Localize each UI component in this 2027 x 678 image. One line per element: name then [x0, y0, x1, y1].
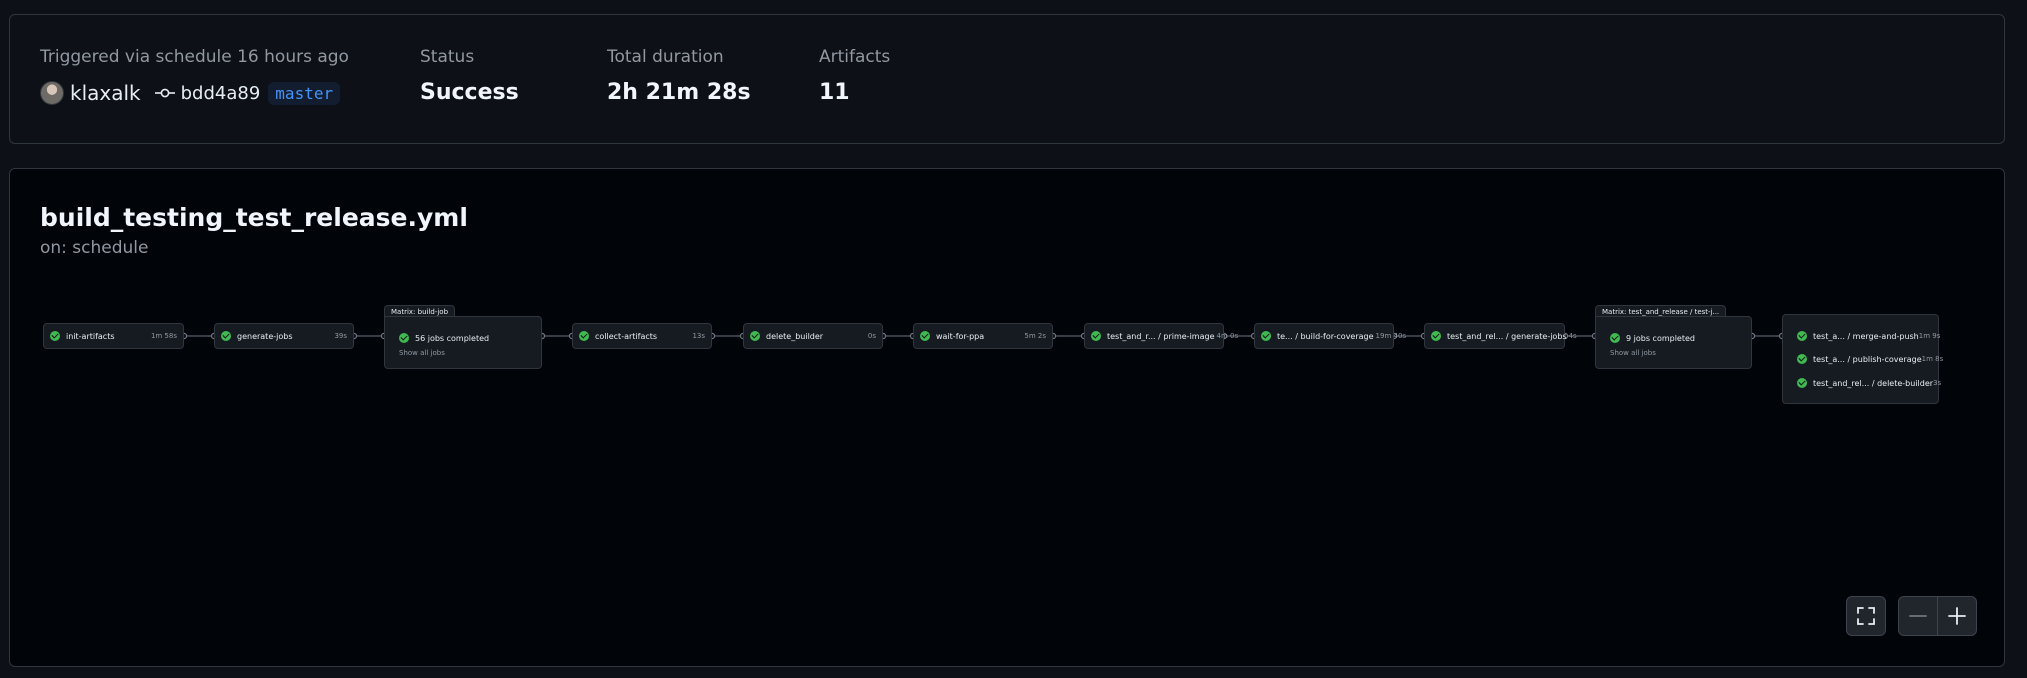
success-check-icon [920, 331, 930, 341]
job-duration: 4s [1568, 332, 1577, 340]
trigger-label: Triggered via schedule 16 hours ago [40, 47, 349, 67]
trigger-row: klaxalk bdd4a89 master [40, 81, 349, 105]
artifacts-block: Artifacts 11 [819, 47, 890, 105]
zoom-in-button[interactable] [1937, 596, 1977, 636]
job-generate-jobs[interactable]: generate-jobs 39s [214, 323, 354, 349]
final-jobs-group: test_a... / merge-and-push 1m 9s test_a.… [1782, 314, 1943, 404]
matrix-test-job[interactable]: 9 jobs completed Show all jobs [1595, 316, 1752, 369]
job-duration: 1m 8s [1921, 355, 1944, 363]
job-delete-builder-final[interactable]: test_and_rel... / delete-builder 3s [1797, 378, 1941, 388]
job-duration: 4m 0s [1216, 332, 1239, 340]
job-test-generate-jobs[interactable]: test_and_rel... / generate-jobs 4s [1424, 323, 1577, 349]
job-duration: 19m 40s [1375, 332, 1407, 340]
success-check-icon [1091, 331, 1101, 341]
success-check-icon [221, 331, 231, 341]
success-check-icon [1261, 331, 1271, 341]
job-duration: 5m 2s [1024, 332, 1046, 340]
job-name: generate-jobs [237, 331, 293, 341]
job-name: delete_builder [766, 331, 824, 341]
branch-badge[interactable]: master [268, 81, 341, 105]
success-check-icon [1610, 333, 1620, 343]
success-check-icon [579, 331, 589, 341]
trigger-info: Triggered via schedule 16 hours ago klax… [40, 47, 349, 105]
duration-block: Total duration 2h 21m 28s [607, 47, 751, 105]
fullscreen-button[interactable] [1846, 596, 1886, 636]
commit-icon [154, 87, 175, 99]
success-check-icon [1797, 354, 1807, 364]
job-name: collect-artifacts [595, 331, 658, 341]
avatar[interactable] [40, 81, 64, 105]
job-name: test_a... / merge-and-push [1813, 331, 1919, 341]
job-build-for-coverage[interactable]: te... / build-for-coverage 19m 40s [1254, 323, 1406, 349]
zoom-in-icon [1948, 607, 1966, 625]
matrix-summary-row: 56 jobs completed [399, 333, 489, 343]
job-name: test_and_rel... / delete-builder [1813, 378, 1934, 388]
success-check-icon [1797, 331, 1807, 341]
job-collect-artifacts[interactable]: collect-artifacts 13s [572, 323, 712, 349]
job-delete-builder[interactable]: delete_builder 0s [743, 323, 883, 349]
success-check-icon [750, 331, 760, 341]
job-name: test_a... / publish-coverage [1813, 354, 1922, 364]
zoom-out-icon [1909, 615, 1927, 617]
job-duration: 3s [1933, 379, 1942, 387]
duration-value: 2h 21m 28s [607, 80, 751, 105]
job-wait-for-ppa[interactable]: wait-for-ppa 5m 2s [913, 323, 1053, 349]
artifacts-value[interactable]: 11 [819, 80, 890, 105]
fullscreen-icon [1857, 607, 1875, 625]
job-name: te... / build-for-coverage [1277, 331, 1374, 341]
job-merge-and-push[interactable]: test_a... / merge-and-push 1m 9s [1797, 331, 1940, 341]
run-summary-panel: Triggered via schedule 16 hours ago klax… [9, 14, 2005, 144]
job-publish-coverage[interactable]: test_a... / publish-coverage 1m 8s [1797, 354, 1943, 364]
job-duration: 39s [334, 332, 347, 340]
status-value: Success [420, 80, 519, 105]
job-duration: 1m 58s [150, 332, 177, 340]
matrix-build-job[interactable]: 56 jobs completed Show all jobs [384, 316, 542, 369]
show-all-jobs-link[interactable]: Show all jobs [1610, 349, 1656, 357]
success-check-icon [50, 331, 60, 341]
success-check-icon [1431, 331, 1441, 341]
job-name: init-artifacts [66, 331, 115, 341]
job-prime-image[interactable]: test_and_r... / prime-image 4m 0s [1084, 323, 1238, 349]
job-duration: 1m 9s [1918, 332, 1941, 340]
success-check-icon [399, 333, 409, 343]
job-name: test_and_rel... / generate-jobs [1447, 331, 1567, 341]
workflow-graph-panel: build_testing_test_release.yml on: sched… [9, 168, 2005, 667]
matrix-summary: 9 jobs completed [1626, 333, 1695, 343]
matrix-summary: 56 jobs completed [415, 333, 490, 343]
status-label: Status [420, 47, 475, 67]
job-duration: 0s [867, 332, 876, 340]
artifacts-label: Artifacts [819, 47, 891, 67]
job-name: wait-for-ppa [936, 331, 985, 341]
job-duration: 13s [692, 332, 705, 340]
job-name: test_and_r... / prime-image [1107, 331, 1215, 341]
actor-link[interactable]: klaxalk [70, 81, 141, 105]
show-all-jobs-link[interactable]: Show all jobs [399, 349, 445, 357]
matrix-summary-row: 9 jobs completed [1610, 333, 1695, 343]
zoom-out-button[interactable] [1898, 596, 1938, 636]
duration-label: Total duration [607, 47, 724, 67]
success-check-icon [1797, 378, 1807, 388]
commit-sha-link[interactable]: bdd4a89 [181, 83, 261, 104]
status-block: Status Success [420, 47, 519, 105]
graph-edges [180, 332, 1786, 340]
job-init-artifacts[interactable]: init-artifacts 1m 58s [43, 323, 184, 349]
